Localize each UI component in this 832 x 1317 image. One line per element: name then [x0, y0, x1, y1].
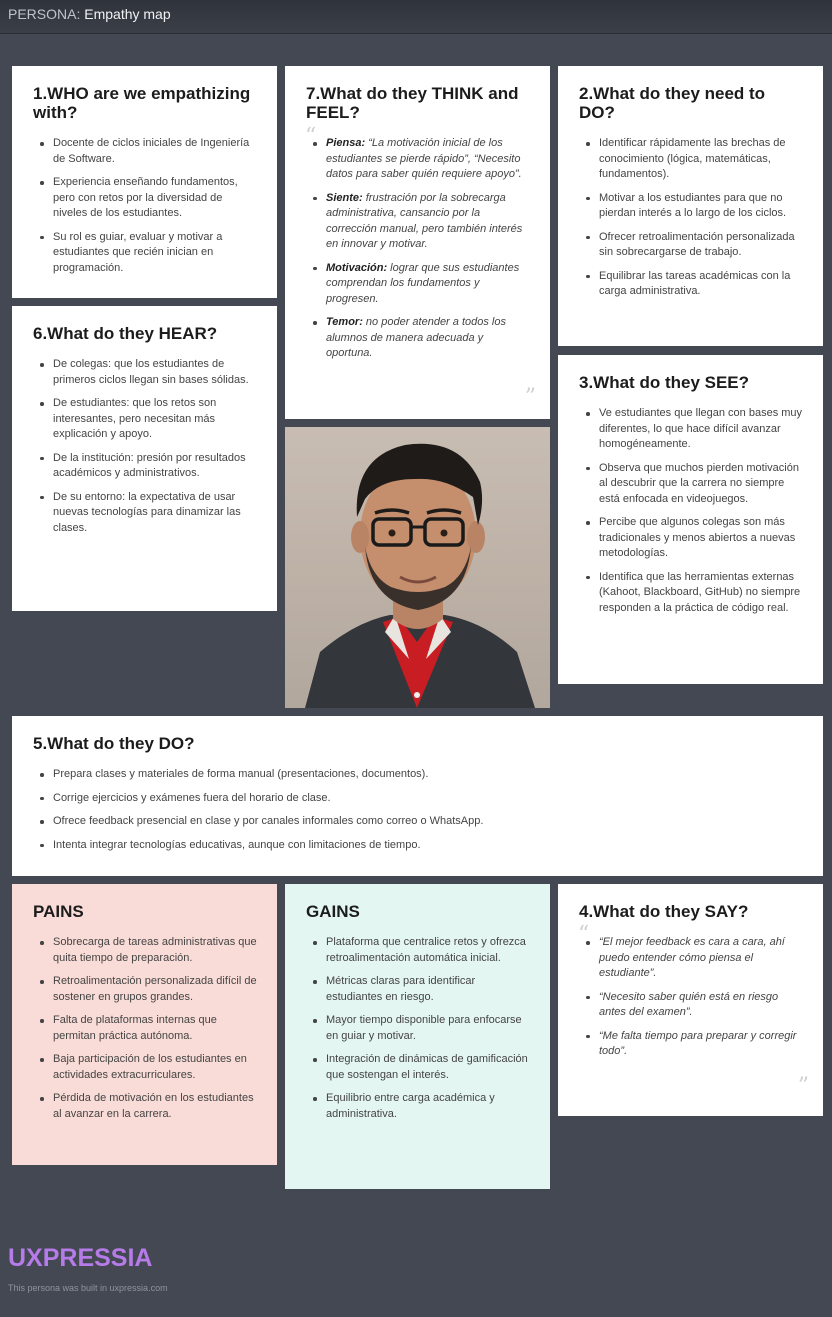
list-item: De la institución: presión por resultado…	[40, 451, 257, 482]
list-item: Intenta integrar tecnologías educativas,…	[40, 838, 803, 854]
list-item: Identifica que las herramientas externas…	[586, 570, 803, 617]
card-who[interactable]: 1.WHO are we empathizing with? Docente d…	[12, 66, 277, 298]
list-item: Percibe que algunos colegas son más trad…	[586, 515, 803, 562]
list-item: “Me falta tiempo para preparar y corregi…	[586, 1029, 803, 1060]
card-gains-title: GAINS	[306, 902, 360, 921]
item-label: Temor:	[326, 316, 363, 328]
card-need-to-do[interactable]: 2.What do they need to DO? Identificar r…	[558, 66, 823, 346]
card-see-list: Ve estudiantes que llegan con bases muy …	[579, 406, 803, 616]
card-hear-list: De colegas: que los estudiantes de prime…	[33, 357, 257, 536]
list-item: Ofrecer retroalimentación personalizada …	[586, 230, 803, 261]
list-item: Plataforma que centralice retos y ofrezc…	[313, 935, 530, 966]
card-pains-list: Sobrecarga de tareas administrativas que…	[33, 935, 257, 1122]
card-hear-title: 6.What do they HEAR?	[33, 324, 218, 343]
card-pains[interactable]: PAINS Sobrecarga de tareas administrativ…	[12, 884, 277, 1165]
top-bar: PERSONA: Empathy map	[0, 0, 832, 34]
list-item: Integración de dinámicas de gamificación…	[313, 1052, 530, 1083]
list-item: Ofrece feedback presencial en clase y po…	[40, 814, 803, 830]
list-item: De su entorno: la expectativa de usar nu…	[40, 490, 257, 537]
list-item: Temor: no poder atender a todos los alum…	[313, 315, 530, 362]
list-item: Motivar a los estudiantes para que no pi…	[586, 191, 803, 222]
list-item: “El mejor feedback es cara a cara, ahí p…	[586, 935, 803, 982]
page-title[interactable]: Empathy map	[84, 6, 170, 22]
list-item: Mayor tiempo disponible para enfocarse e…	[313, 1013, 530, 1044]
list-item: Retroalimentación personalizada difícil …	[40, 974, 257, 1005]
card-need-title: 2.What do they need to DO?	[579, 84, 766, 122]
card-who-list: Docente de ciclos iniciales de Ingenierí…	[33, 136, 257, 276]
list-item: De colegas: que los estudiantes de prime…	[40, 357, 257, 388]
list-item: Motivación: lograr que sus estudiantes c…	[313, 261, 530, 308]
list-item: “Necesito saber quién está en riesgo ant…	[586, 990, 803, 1021]
quote-close-icon: ”	[524, 385, 536, 410]
list-item: Sobrecarga de tareas administrativas que…	[40, 935, 257, 966]
list-item: Falta de plataformas internas que permit…	[40, 1013, 257, 1044]
card-say-title: 4.What do they SAY?	[579, 902, 749, 921]
list-item: Piensa: “La motivación inicial de los es…	[313, 136, 530, 183]
card-think-feel[interactable]: 7.What do they THINK and FEEL? “ Piensa:…	[285, 66, 550, 419]
persona-photo[interactable]	[285, 427, 550, 708]
card-do-title: 5.What do they DO?	[33, 734, 195, 753]
item-label: Piensa:	[326, 137, 366, 149]
list-item: Experiencia enseñando fundamentos, pero …	[40, 175, 257, 222]
quote-close-icon: ”	[797, 1074, 809, 1099]
persona-breadcrumb: PERSONA: Empathy map	[8, 6, 171, 22]
list-item: Prepara clases y materiales de forma man…	[40, 767, 803, 783]
list-item: Métricas claras para identificar estudia…	[313, 974, 530, 1005]
list-item: Pérdida de motivación en los estudiantes…	[40, 1091, 257, 1122]
card-do[interactable]: 5.What do they DO? Prepara clases y mate…	[12, 716, 823, 876]
persona-label: PERSONA:	[8, 6, 81, 22]
card-pains-title: PAINS	[33, 902, 84, 921]
list-item: Observa que muchos pierden motivación al…	[586, 461, 803, 508]
card-see[interactable]: 3.What do they SEE? Ve estudiantes que l…	[558, 355, 823, 684]
list-item: De estudiantes: que los retos son intere…	[40, 396, 257, 443]
card-say-list: “El mejor feedback es cara a cara, ahí p…	[579, 935, 803, 1060]
list-item: Baja participación de los estudiantes en…	[40, 1052, 257, 1083]
list-item: Identificar rápidamente las brechas de c…	[586, 136, 803, 183]
list-item: Su rol es guiar, evaluar y motivar a est…	[40, 230, 257, 277]
card-need-list: Identificar rápidamente las brechas de c…	[579, 136, 803, 300]
item-label: Motivación:	[326, 261, 388, 274]
card-gains-list: Plataforma que centralice retos y ofrezc…	[306, 935, 530, 1122]
uxpressia-logo[interactable]: UXPRESSIA	[8, 1244, 152, 1273]
list-item: Siente: frustración por la sobrecarga ad…	[313, 191, 530, 253]
list-item: Equilibrio entre carga académica y admin…	[313, 1091, 530, 1122]
card-hear[interactable]: 6.What do they HEAR? De colegas: que los…	[12, 306, 277, 611]
footer-note: This persona was built in uxpressia.com	[8, 1283, 168, 1293]
card-say[interactable]: 4.What do they SAY? “ “El mejor feedback…	[558, 884, 823, 1116]
list-item: Ve estudiantes que llegan con bases muy …	[586, 406, 803, 453]
list-item: Equilibrar las tareas académicas con la …	[586, 269, 803, 300]
card-who-title: 1.WHO are we empathizing with?	[33, 84, 251, 122]
card-see-title: 3.What do they SEE?	[579, 373, 750, 392]
list-item: Corrige ejercicios y exámenes fuera del …	[40, 791, 803, 807]
card-think-feel-list: Piensa: “La motivación inicial de los es…	[306, 136, 530, 362]
list-item: Docente de ciclos iniciales de Ingenierí…	[40, 136, 257, 167]
card-think-feel-title: 7.What do they THINK and FEEL?	[306, 84, 519, 122]
item-label: Siente:	[326, 191, 363, 204]
card-gains[interactable]: GAINS Plataforma que centralice retos y …	[285, 884, 550, 1189]
persona-portrait-image	[305, 443, 535, 708]
card-do-list: Prepara clases y materiales de forma man…	[33, 767, 803, 853]
